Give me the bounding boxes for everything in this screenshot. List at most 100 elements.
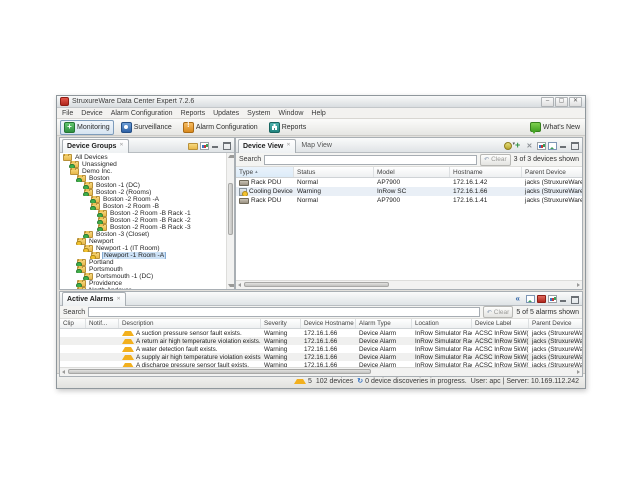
tree-item[interactable]: Portland <box>60 259 226 266</box>
toolbar-button-monitoring[interactable]: Monitoring <box>60 120 114 135</box>
tree-item[interactable]: Boston -1 (DC) <box>60 182 226 189</box>
image-icon[interactable] <box>526 295 535 303</box>
alarm-search-clear-button[interactable]: ↶ Clear <box>483 306 514 318</box>
scroll-left-icon[interactable] <box>62 370 65 374</box>
tree-item[interactable]: Boston -2 Room -B Rack -3 <box>60 224 226 231</box>
tree-item[interactable]: Boston -2 Room -B Rack -1 <box>60 210 226 217</box>
tab-map-view[interactable]: Map View <box>297 139 336 151</box>
close-window-button[interactable]: ✕ <box>569 97 582 107</box>
menu-help[interactable]: Help <box>311 110 325 117</box>
column-header-device-label[interactable]: Device Label <box>472 319 529 328</box>
menu-alarm-configuration[interactable]: Alarm Configuration <box>111 110 173 117</box>
column-header-description[interactable]: Description <box>119 319 261 328</box>
chart-icon[interactable] <box>537 142 546 150</box>
column-header-notif-[interactable]: Notif... <box>86 319 119 328</box>
column-header-type[interactable]: Type▴ <box>236 167 294 177</box>
minimize-panel-icon[interactable] <box>559 141 568 149</box>
device-table-hscrollbar[interactable] <box>236 280 582 289</box>
close-tab-icon[interactable] <box>286 144 291 149</box>
alarm-row[interactable]: A supply air high temperature violation … <box>60 353 582 361</box>
tree-item[interactable]: Boston -2 (Rooms) <box>60 189 226 196</box>
tree-item[interactable]: Boston -2 Room -B <box>60 203 226 210</box>
tree-item[interactable]: Newport -1 Room -A <box>60 252 226 259</box>
menu-updates[interactable]: Updates <box>213 110 239 117</box>
tree-item[interactable]: Unassigned <box>60 161 226 168</box>
cell-text: InRow Simulator Rack <box>415 330 472 337</box>
remove-device-icon[interactable] <box>526 141 535 149</box>
device-row[interactable]: Cooling DeviceWarningInRow SC172.16.1.66… <box>236 187 582 196</box>
column-header-device-hostname[interactable]: Device Hostname <box>301 319 356 328</box>
alarm-row[interactable]: A water detection fault exists.Warning17… <box>60 345 582 353</box>
add-device-icon[interactable] <box>515 141 524 149</box>
alarm-history-icon[interactable] <box>537 295 546 303</box>
scroll-up-icon[interactable] <box>228 155 234 158</box>
alarm-table-hscrollbar[interactable] <box>60 367 582 376</box>
tree-item[interactable]: Boston -2 Room -B Rack -2 <box>60 217 226 224</box>
scrollbar-thumb[interactable] <box>228 183 233 235</box>
whats-new-button[interactable]: What's New <box>530 122 582 132</box>
scrollbar-thumb[interactable] <box>68 369 371 374</box>
chart-icon[interactable] <box>200 142 209 150</box>
chart-icon[interactable] <box>548 295 557 303</box>
menu-device[interactable]: Device <box>81 110 102 117</box>
tab-device-groups[interactable]: Device Groups <box>62 139 129 153</box>
tree-item[interactable]: North Andover <box>60 287 226 289</box>
cell-text: jacks (StruxureWare Data <box>532 338 582 345</box>
menu-reports[interactable]: Reports <box>181 110 206 117</box>
scroll-left-icon[interactable] <box>238 283 241 287</box>
alarm-row[interactable]: A suction pressure sensor fault exists.W… <box>60 329 582 337</box>
scroll-right-icon[interactable] <box>577 283 580 287</box>
minimize-panel-icon[interactable] <box>211 141 220 149</box>
close-tab-icon[interactable] <box>116 297 121 302</box>
collapse-icon[interactable] <box>515 295 524 303</box>
alarm-row[interactable]: A return air high temperature violation … <box>60 337 582 345</box>
scroll-right-icon[interactable] <box>577 370 580 374</box>
column-header-hostname[interactable]: Hostname <box>450 167 522 177</box>
minimize-window-button[interactable]: – <box>541 97 554 107</box>
scrollbar-thumb[interactable] <box>244 282 389 287</box>
tree-item[interactable]: Demo Inc. <box>60 168 226 175</box>
tree-item[interactable]: Newport <box>60 238 226 245</box>
menu-window[interactable]: Window <box>279 110 304 117</box>
tree-item[interactable]: Newport -1 (IT Room) <box>60 245 226 252</box>
column-header-clip[interactable]: Clip <box>60 319 86 328</box>
tab-active-alarms[interactable]: Active Alarms <box>62 292 126 306</box>
column-header-alarm-type[interactable]: Alarm Type <box>356 319 412 328</box>
maximize-panel-icon[interactable] <box>570 141 579 149</box>
column-header-status[interactable]: Status <box>294 167 374 177</box>
minimize-panel-icon[interactable] <box>559 295 568 303</box>
menu-file[interactable]: File <box>62 110 73 117</box>
device-search-clear-button[interactable]: ↶ Clear <box>480 154 511 166</box>
column-header-parent-device[interactable]: Parent Device <box>529 319 582 328</box>
alarm-search-input[interactable] <box>88 307 480 317</box>
column-header-severity[interactable]: Severity <box>261 319 301 328</box>
maximize-window-button[interactable]: ▢ <box>555 97 568 107</box>
tree-item[interactable]: Portsmouth -1 (DC) <box>60 273 226 280</box>
maximize-panel-icon[interactable] <box>222 141 231 149</box>
tree-item[interactable]: Portsmouth <box>60 266 226 273</box>
maximize-panel-icon[interactable] <box>570 295 579 303</box>
scroll-down-icon[interactable] <box>228 284 234 287</box>
column-header-location[interactable]: Location <box>412 319 472 328</box>
close-tab-icon[interactable] <box>119 144 124 149</box>
device-row[interactable]: Rack PDUNormalAP7900172.16.1.41jacks (St… <box>236 196 582 205</box>
cell-text: Normal <box>297 179 318 186</box>
column-header-model[interactable]: Model <box>374 167 450 177</box>
column-header-parent-device[interactable]: Parent Device <box>522 167 582 177</box>
tree-item[interactable]: All Devices <box>60 154 226 161</box>
tree-item[interactable]: Boston -2 Room -A <box>60 196 226 203</box>
device-search-input[interactable] <box>264 155 477 165</box>
tree-item[interactable]: Boston <box>60 175 226 182</box>
toolbar-button-alarm-configuration[interactable]: Alarm Configuration <box>179 120 262 135</box>
tab-device-view[interactable]: Device View <box>238 139 296 153</box>
group-menu-icon[interactable] <box>504 141 513 149</box>
image-icon[interactable] <box>548 142 557 150</box>
menu-system[interactable]: System <box>247 110 270 117</box>
toolbar-button-surveillance[interactable]: Surveillance <box>117 120 176 135</box>
toolbar-button-reports[interactable]: Reports <box>265 120 311 135</box>
tree-item[interactable]: Providence <box>60 280 226 287</box>
tree-item[interactable]: Boston -3 (Closet) <box>60 231 226 238</box>
device-row[interactable]: Rack PDUNormalAP7900172.16.1.42jacks (St… <box>236 178 582 187</box>
new-group-icon[interactable] <box>188 143 198 150</box>
tree-scrollbar[interactable] <box>226 153 234 289</box>
